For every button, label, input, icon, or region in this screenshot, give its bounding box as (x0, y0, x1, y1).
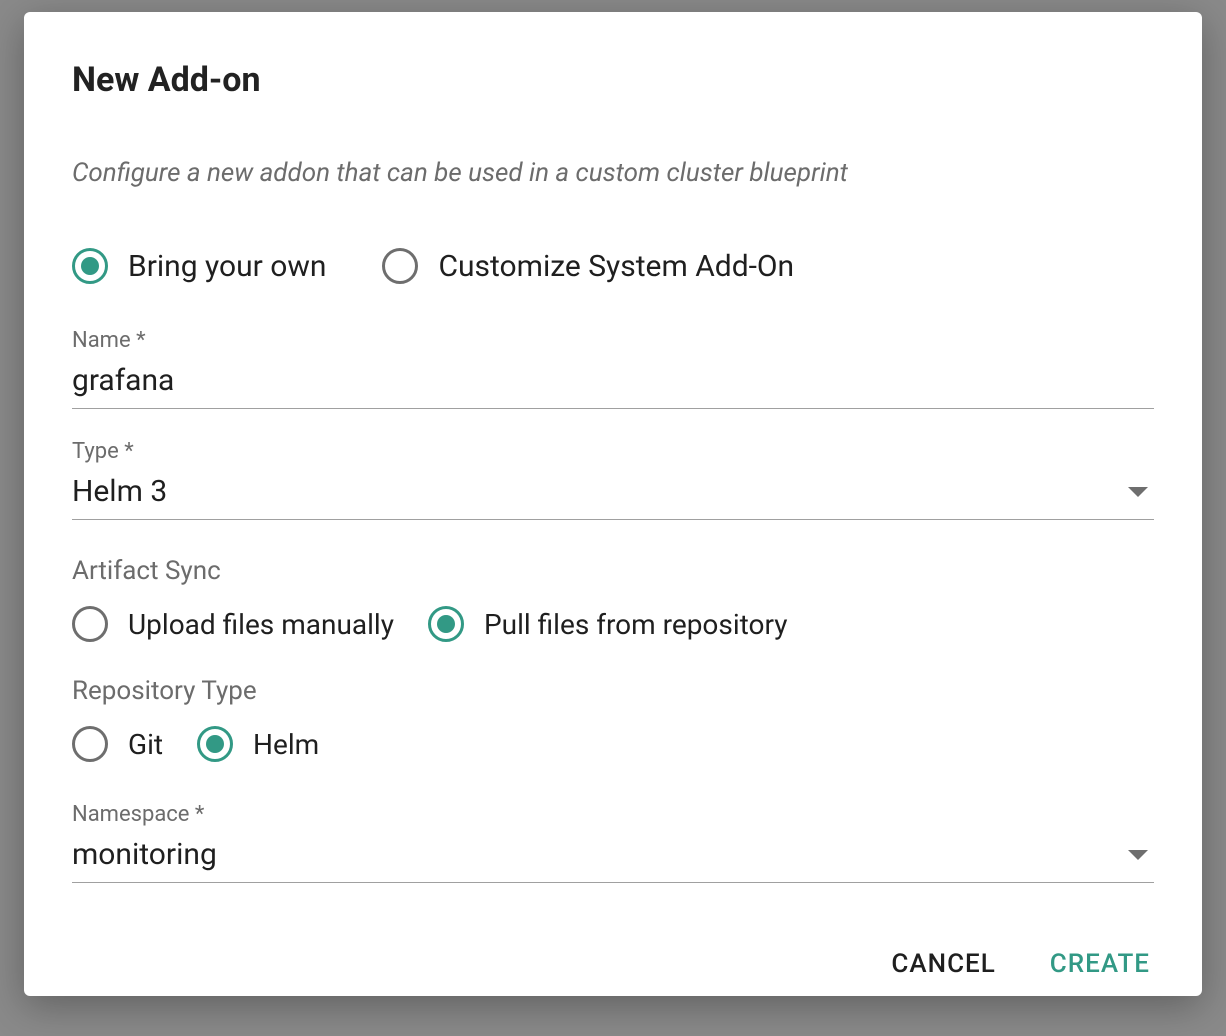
radio-label: Upload files manually (128, 608, 394, 641)
repo-type-group: Git Helm (72, 726, 1154, 762)
chevron-down-icon (1128, 850, 1148, 860)
create-button[interactable]: CREATE (1046, 943, 1154, 985)
type-label: Type * (72, 439, 1154, 464)
radio-label: Bring your own (128, 249, 326, 284)
namespace-field-group: Namespace * monitoring (72, 802, 1154, 883)
repo-type-label: Repository Type (72, 676, 1154, 706)
cancel-button[interactable]: CANCEL (887, 943, 999, 985)
radio-selected-icon (428, 606, 464, 642)
radio-label: Git (128, 728, 163, 761)
chevron-down-icon (1128, 487, 1148, 497)
radio-selected-icon (197, 726, 233, 762)
radio-label: Pull files from repository (484, 608, 788, 641)
source-type-group: Bring your own Customize System Add-On (72, 248, 1154, 284)
namespace-select[interactable]: monitoring (72, 833, 1154, 883)
radio-repo-git[interactable]: Git (72, 726, 163, 762)
radio-bring-your-own[interactable]: Bring your own (72, 248, 326, 284)
type-field-group: Type * Helm 3 (72, 439, 1154, 520)
radio-repo-helm[interactable]: Helm (197, 726, 319, 762)
type-select[interactable]: Helm 3 (72, 470, 1154, 520)
radio-unselected-icon (72, 726, 108, 762)
name-field-group: Name * (72, 328, 1154, 409)
name-label: Name * (72, 328, 1154, 353)
modal-actions: CANCEL CREATE (72, 913, 1154, 985)
radio-unselected-icon (382, 248, 418, 284)
radio-unselected-icon (72, 606, 108, 642)
name-input-row (72, 359, 1154, 409)
artifact-sync-label: Artifact Sync (72, 556, 1154, 586)
radio-label: Customize System Add-On (438, 249, 794, 284)
radio-upload-manually[interactable]: Upload files manually (72, 606, 394, 642)
new-addon-modal: New Add-on Configure a new addon that ca… (24, 12, 1202, 996)
radio-pull-from-repo[interactable]: Pull files from repository (428, 606, 788, 642)
modal-subtitle: Configure a new addon that can be used i… (72, 158, 1154, 188)
artifact-sync-group: Upload files manually Pull files from re… (72, 606, 1154, 642)
modal-title: New Add-on (72, 60, 1154, 100)
radio-selected-icon (72, 248, 108, 284)
radio-label: Helm (253, 728, 319, 761)
type-value: Helm 3 (72, 474, 1128, 509)
name-input[interactable] (72, 363, 1154, 398)
namespace-label: Namespace * (72, 802, 1154, 827)
radio-customize-system-addon[interactable]: Customize System Add-On (382, 248, 794, 284)
namespace-value: monitoring (72, 837, 1128, 872)
